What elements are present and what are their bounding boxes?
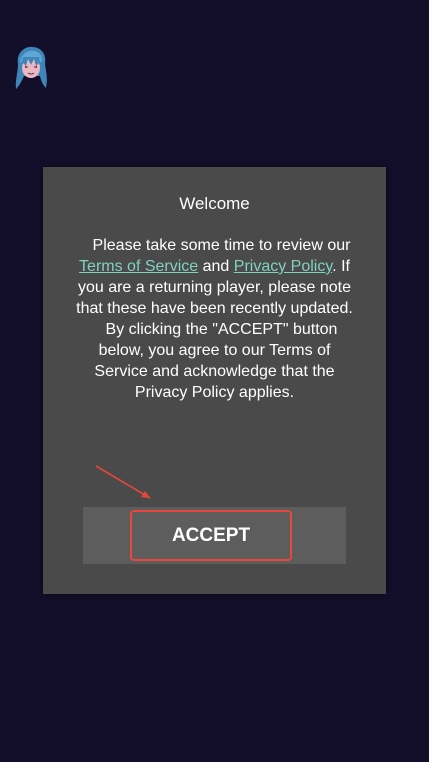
character-avatar-icon[interactable] <box>12 44 50 94</box>
terms-message: Please take some time to review our Term… <box>74 235 355 403</box>
privacy-policy-link[interactable]: Privacy Policy <box>234 258 332 275</box>
accept-button[interactable]: ACCEPT <box>130 510 292 561</box>
terms-text-intro: Please take some time to review our <box>92 237 351 254</box>
dialog-title: Welcome <box>179 194 250 213</box>
terms-text-and: and <box>198 258 234 275</box>
terms-of-service-link[interactable]: Terms of Service <box>79 258 198 275</box>
annotation-arrow-icon <box>92 462 158 504</box>
terms-text-agreement: By clicking the "ACCEPT" button below, y… <box>94 321 338 401</box>
